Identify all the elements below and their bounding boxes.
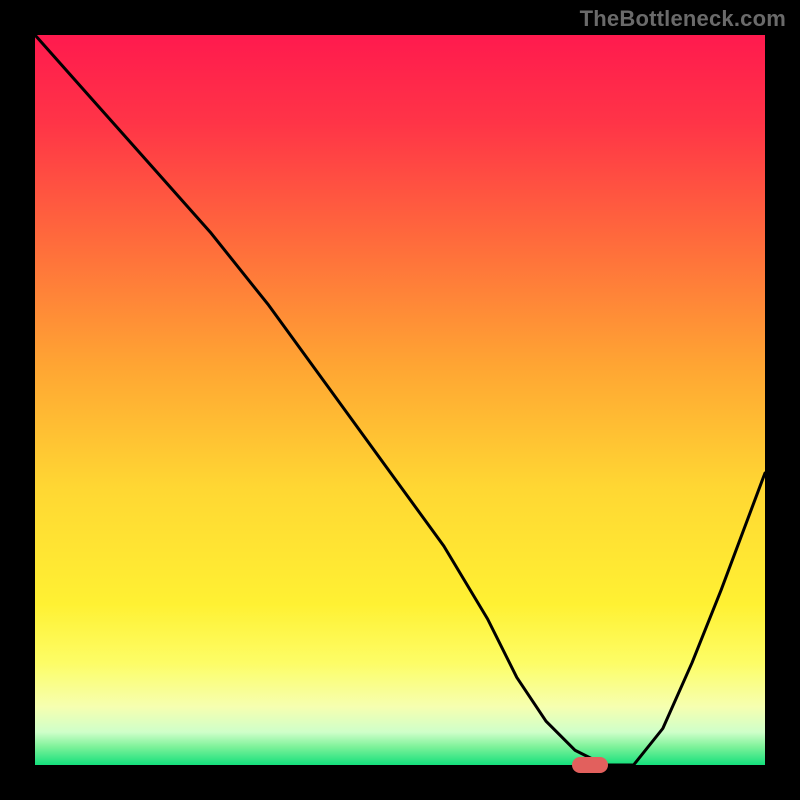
optimal-point-marker bbox=[572, 757, 608, 773]
chart-svg bbox=[35, 35, 765, 765]
plot-area bbox=[35, 35, 765, 765]
gradient-background bbox=[35, 35, 765, 765]
watermark-text: TheBottleneck.com bbox=[580, 6, 786, 32]
chart-frame: TheBottleneck.com bbox=[0, 0, 800, 800]
